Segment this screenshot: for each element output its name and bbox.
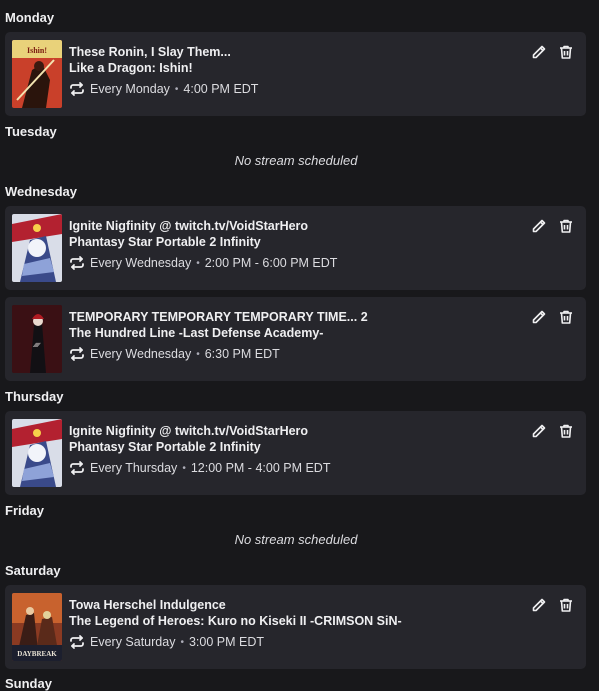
- pencil-icon: [532, 310, 546, 324]
- segment-game: The Hundred Line -Last Defense Academy-: [69, 326, 324, 340]
- pencil-icon: [532, 598, 546, 612]
- separator-dot: •: [180, 636, 184, 648]
- day-heading-monday: Monday: [5, 10, 55, 25]
- repeat-icon: [70, 347, 84, 361]
- segment-title: Towa Herschel Indulgence: [69, 598, 226, 612]
- time-text: 2:00 PM - 6:00 PM EDT: [204, 256, 338, 270]
- edit-button[interactable]: [529, 307, 549, 327]
- delete-button[interactable]: [556, 42, 576, 62]
- day-heading-friday: Friday: [5, 503, 45, 518]
- thumbnail-logo-text: Ishin!: [27, 46, 47, 55]
- time-text: 12:00 PM - 4:00 PM EDT: [190, 461, 331, 475]
- day-heading-sunday: Sunday: [5, 676, 52, 691]
- pencil-icon: [532, 45, 546, 59]
- trash-icon: [560, 310, 572, 324]
- repeat-icon: [70, 256, 84, 270]
- no-stream-message: No stream scheduled: [234, 153, 358, 168]
- thumbnail-logo-text: DAYBREAK: [17, 650, 57, 658]
- game-thumbnail: Ishin!: [12, 40, 62, 108]
- recurrence-text: Every Monday: [90, 82, 170, 96]
- time-text: 3:00 PM EDT: [188, 635, 265, 649]
- repeat-icon: [70, 461, 84, 475]
- recurrence-text: Every Thursday: [90, 461, 178, 475]
- trash-icon: [560, 45, 572, 59]
- separator-dot: •: [174, 83, 179, 95]
- recurrence-text: Every Wednesday: [90, 347, 192, 361]
- segment-game: Phantasy Star Portable 2 Infinity: [69, 440, 261, 454]
- delete-button[interactable]: [556, 421, 576, 441]
- game-thumbnail: ∕∕∕∕∕: [12, 305, 62, 373]
- schedule-segment: DAYBREAK Towa Herschel Indulgence The Le…: [5, 585, 586, 669]
- pencil-icon: [532, 219, 546, 233]
- trash-icon: [560, 424, 572, 438]
- trash-icon: [560, 219, 572, 233]
- delete-button[interactable]: [556, 216, 576, 236]
- edit-button[interactable]: [529, 42, 549, 62]
- repeat-icon: [70, 82, 84, 96]
- schedule-segment: ∕∕∕∕∕ TEMPORARY TEMPORARY TEMPORARY TIME…: [5, 297, 586, 381]
- time-text: 4:00 PM EDT: [183, 82, 259, 96]
- day-heading-tuesday: Tuesday: [5, 124, 57, 139]
- segment-title: Ignite Nigfinity @ twitch.tv/VoidStarHer…: [69, 219, 309, 233]
- segment-title: These Ronin, I Slay Them...: [69, 45, 231, 59]
- segment-title: TEMPORARY TEMPORARY TEMPORARY TIME... 2: [69, 310, 368, 324]
- separator-dot: •: [182, 462, 186, 474]
- segment-schedule: Every Wednesday • 2:00 PM - 6:00 PM EDT: [69, 255, 337, 271]
- recurrence-text: Every Saturday: [90, 635, 176, 649]
- pencil-icon: [532, 424, 546, 438]
- no-stream-message: No stream scheduled: [234, 532, 358, 547]
- segment-schedule: Every Wednesday • 6:30 PM EDT: [69, 346, 280, 362]
- segment-game: Phantasy Star Portable 2 Infinity: [69, 235, 261, 249]
- segment-game: The Legend of Heroes: Kuro no Kiseki II …: [69, 614, 402, 628]
- edit-button[interactable]: [529, 216, 549, 236]
- day-heading-saturday: Saturday: [5, 563, 61, 578]
- segment-schedule: Every Saturday • 3:00 PM EDT: [69, 634, 264, 650]
- day-heading-thursday: Thursday: [5, 389, 64, 404]
- game-thumbnail: [12, 419, 62, 487]
- segment-schedule: Every Monday • 4:00 PM EDT: [69, 81, 258, 97]
- recurrence-text: Every Wednesday: [90, 256, 192, 270]
- delete-button[interactable]: [556, 595, 576, 615]
- schedule-segment: Ignite Nigfinity @ twitch.tv/VoidStarHer…: [5, 411, 586, 495]
- separator-dot: •: [196, 257, 200, 269]
- edit-button[interactable]: [529, 421, 549, 441]
- segment-schedule: Every Thursday • 12:00 PM - 4:00 PM EDT: [69, 460, 330, 476]
- day-heading-wednesday: Wednesday: [5, 184, 78, 199]
- game-thumbnail: DAYBREAK: [12, 593, 62, 661]
- schedule-segment: Ishin! These Ronin, I Slay Them... Like …: [5, 32, 586, 116]
- segment-title: Ignite Nigfinity @ twitch.tv/VoidStarHer…: [69, 424, 309, 438]
- segment-game: Like a Dragon: Ishin!: [69, 61, 193, 75]
- trash-icon: [560, 598, 572, 612]
- repeat-icon: [70, 635, 84, 649]
- schedule-segment: Ignite Nigfinity @ twitch.tv/VoidStarHer…: [5, 206, 586, 290]
- delete-button[interactable]: [556, 307, 576, 327]
- edit-button[interactable]: [529, 595, 549, 615]
- time-text: 6:30 PM EDT: [204, 347, 280, 361]
- game-thumbnail: [12, 214, 62, 282]
- separator-dot: •: [196, 348, 200, 360]
